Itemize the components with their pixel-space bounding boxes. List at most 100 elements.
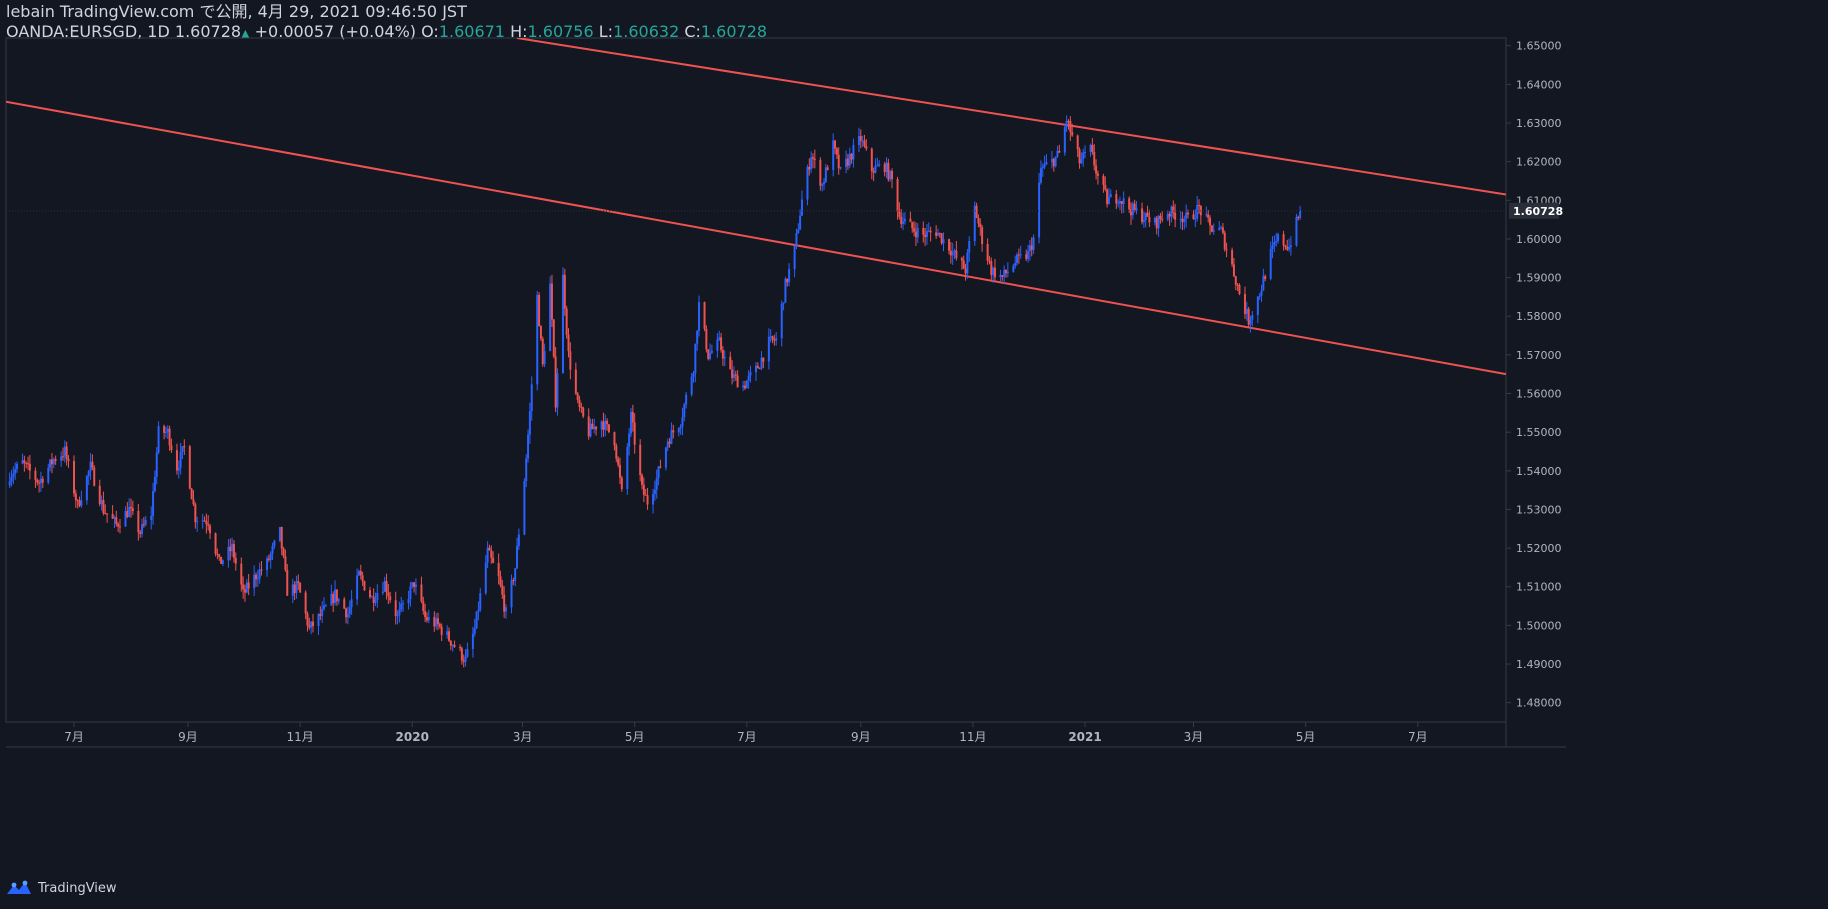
candle[interactable]: [361, 571, 364, 586]
candle[interactable]: [760, 351, 763, 371]
candle[interactable]: [872, 167, 875, 182]
candle[interactable]: [541, 336, 544, 367]
candle[interactable]: [813, 149, 816, 169]
candle[interactable]: [1041, 163, 1044, 177]
candle[interactable]: [1118, 196, 1121, 211]
candle[interactable]: [317, 613, 320, 635]
candle[interactable]: [1218, 221, 1221, 231]
candle[interactable]: [1198, 199, 1201, 214]
candle[interactable]: [232, 540, 235, 563]
candle[interactable]: [964, 263, 967, 281]
candle[interactable]: [924, 228, 927, 247]
candle[interactable]: [1220, 225, 1223, 230]
candle[interactable]: [311, 613, 314, 633]
candle[interactable]: [1028, 239, 1031, 261]
candle[interactable]: [960, 256, 963, 270]
candle[interactable]: [591, 418, 594, 430]
candle[interactable]: [865, 138, 868, 151]
candle[interactable]: [337, 597, 340, 605]
candle[interactable]: [448, 627, 451, 642]
candle[interactable]: [589, 418, 592, 438]
candle[interactable]: [1109, 189, 1112, 198]
candle[interactable]: [89, 453, 92, 480]
candle[interactable]: [47, 463, 50, 485]
candle[interactable]: [530, 376, 533, 421]
candle[interactable]: [78, 496, 81, 508]
candle[interactable]: [845, 150, 848, 174]
candle[interactable]: [600, 420, 603, 438]
candle[interactable]: [821, 183, 824, 192]
candle[interactable]: [14, 462, 17, 480]
candle[interactable]: [1170, 205, 1173, 223]
candle[interactable]: [38, 479, 41, 493]
candle[interactable]: [1273, 235, 1276, 253]
candle[interactable]: [170, 438, 173, 453]
candle[interactable]: [1084, 145, 1087, 159]
candle[interactable]: [916, 223, 919, 243]
candle[interactable]: [205, 513, 208, 534]
candle[interactable]: [786, 278, 789, 287]
candle[interactable]: [900, 209, 903, 228]
candle[interactable]: [1231, 247, 1234, 267]
candle[interactable]: [1038, 173, 1041, 244]
candle[interactable]: [374, 592, 377, 606]
candle[interactable]: [852, 138, 855, 168]
candle[interactable]: [574, 362, 577, 396]
candle[interactable]: [1207, 210, 1210, 223]
candle[interactable]: [550, 274, 553, 327]
candle[interactable]: [255, 572, 257, 587]
candle[interactable]: [1232, 258, 1235, 278]
candle[interactable]: [819, 157, 822, 191]
candle[interactable]: [664, 446, 667, 471]
candle[interactable]: [889, 169, 892, 182]
candle[interactable]: [631, 404, 634, 432]
candle[interactable]: [446, 625, 449, 639]
candle[interactable]: [304, 590, 307, 620]
candle[interactable]: [1181, 211, 1184, 231]
candle[interactable]: [731, 360, 734, 385]
candle[interactable]: [696, 329, 699, 351]
candle[interactable]: [389, 591, 392, 604]
candle[interactable]: [330, 584, 333, 606]
candle[interactable]: [641, 473, 644, 490]
candle[interactable]: [1142, 211, 1145, 228]
candle[interactable]: [291, 578, 294, 604]
candle[interactable]: [758, 367, 761, 370]
candle[interactable]: [1161, 211, 1164, 223]
candle[interactable]: [773, 334, 776, 346]
candle[interactable]: [65, 441, 68, 466]
price-chart[interactable]: 1.650001.640001.630001.620001.610001.600…: [0, 0, 1828, 909]
candle[interactable]: [973, 201, 976, 246]
candle[interactable]: [286, 564, 289, 596]
candle[interactable]: [1183, 215, 1186, 230]
candle[interactable]: [653, 480, 656, 501]
candle[interactable]: [163, 424, 166, 440]
candle[interactable]: [34, 467, 37, 488]
candle[interactable]: [986, 238, 989, 265]
candle[interactable]: [707, 349, 710, 361]
candle[interactable]: [1247, 306, 1250, 327]
candle[interactable]: [517, 528, 520, 550]
candle[interactable]: [85, 474, 88, 505]
candle[interactable]: [721, 346, 724, 366]
candle[interactable]: [536, 290, 539, 391]
candle[interactable]: [1102, 173, 1105, 193]
candle[interactable]: [348, 600, 351, 618]
candle[interactable]: [510, 574, 513, 614]
candle[interactable]: [709, 343, 712, 361]
candle[interactable]: [1155, 215, 1158, 235]
candle[interactable]: [1166, 210, 1169, 222]
candle[interactable]: [400, 596, 403, 613]
candle[interactable]: [1120, 200, 1123, 214]
candle[interactable]: [1275, 232, 1278, 247]
candle[interactable]: [343, 597, 346, 610]
candle[interactable]: [267, 554, 270, 562]
candle[interactable]: [1058, 144, 1061, 153]
candle[interactable]: [539, 325, 542, 341]
candle[interactable]: [471, 626, 474, 658]
candle[interactable]: [1234, 275, 1237, 291]
candle[interactable]: [1014, 255, 1017, 269]
candle[interactable]: [1107, 188, 1110, 205]
candle[interactable]: [718, 330, 721, 341]
candle[interactable]: [1104, 176, 1107, 192]
